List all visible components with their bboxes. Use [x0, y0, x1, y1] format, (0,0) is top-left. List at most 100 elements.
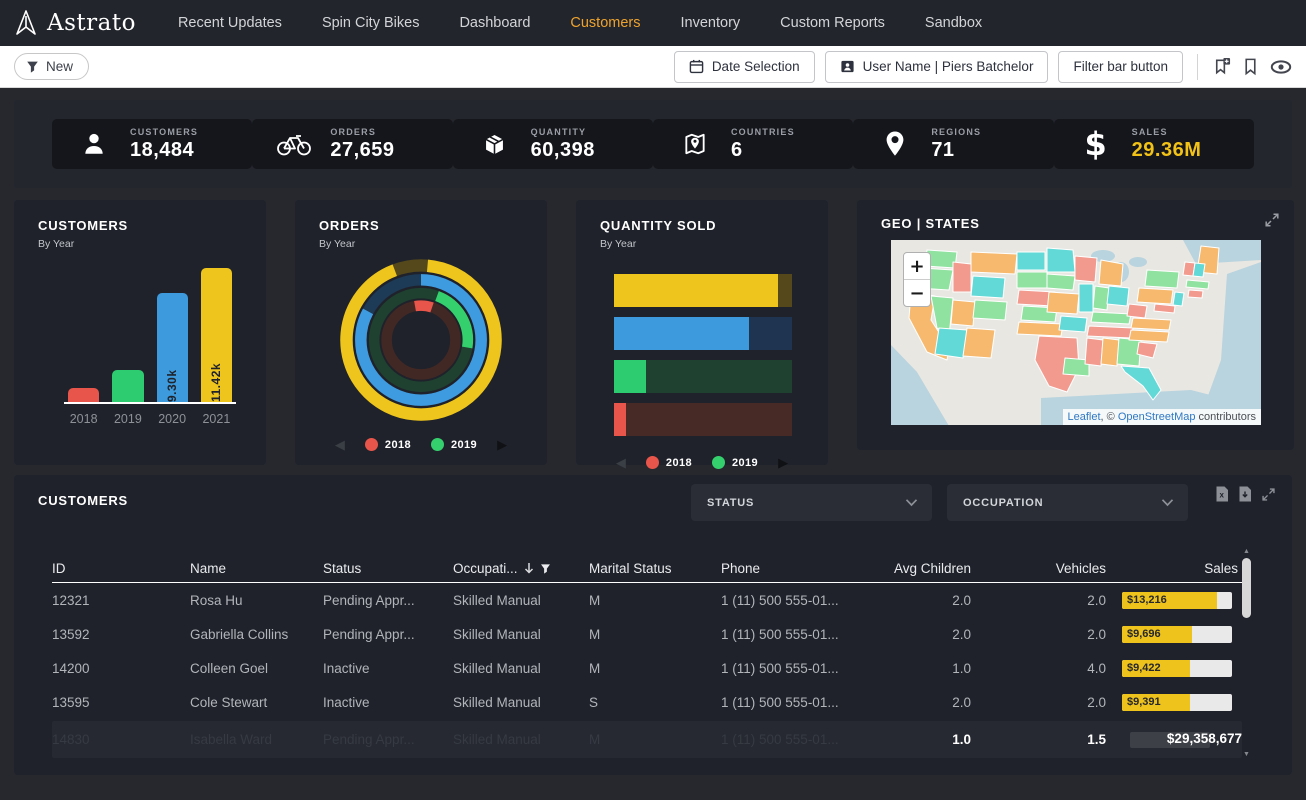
eye-icon[interactable]: [1270, 58, 1292, 76]
col-header-status[interactable]: Status: [323, 561, 453, 576]
table-row[interactable]: 14200Colleen GoelInactiveSkilled ManualM…: [52, 651, 1242, 685]
legend-next-icon[interactable]: ▶: [497, 438, 507, 451]
legend-item-2019[interactable]: 2019: [712, 456, 758, 469]
cell-id: 13595: [52, 695, 190, 710]
leaflet-map[interactable]: + − Leaflet, © OpenStreetMap contributor…: [891, 240, 1261, 425]
customers-chart-panel: CUSTOMERS By Year 9.30k 11.42k 2018201920…: [14, 200, 266, 465]
col-header-vehicles[interactable]: Vehicles: [975, 561, 1110, 576]
table-row[interactable]: 13595Cole StewartInactiveSkilled ManualS…: [52, 685, 1242, 719]
kpi-value: 6: [731, 139, 795, 162]
nav-item-spin-city-bikes[interactable]: Spin City Bikes: [302, 0, 440, 46]
legend-dot: [365, 438, 378, 451]
user-name-button[interactable]: User Name | Piers Batchelor: [825, 51, 1049, 83]
table-row[interactable]: 13592Gabriella CollinsPending Appr...Ski…: [52, 617, 1242, 651]
orders-chart-panel: ORDERS By Year ◀ 2018 2019 ▶: [295, 200, 547, 465]
legend-next-icon[interactable]: ▶: [778, 456, 788, 469]
cell-phone: 1 (11) 500 555-01...: [721, 661, 880, 676]
filter-bar-label: Filter bar button: [1073, 59, 1168, 74]
cell-status: Pending Appr...: [323, 627, 453, 642]
x-tick-label: 2018: [68, 412, 99, 426]
chart-title: CUSTOMERS: [14, 200, 266, 233]
col-header-marital-status[interactable]: Marital Status: [589, 561, 721, 576]
col-header-id[interactable]: ID: [52, 561, 190, 576]
legend-item-2019[interactable]: 2019: [431, 438, 477, 451]
hbar-2020[interactable]: [614, 317, 792, 350]
table-row[interactable]: 12321Rosa HuPending Appr...Skilled Manua…: [52, 583, 1242, 617]
expand-icon[interactable]: [1261, 487, 1276, 502]
filter-bar-button[interactable]: Filter bar button: [1058, 51, 1183, 83]
col-header-sales[interactable]: Sales: [1110, 561, 1242, 576]
col-header-phone[interactable]: Phone: [721, 561, 880, 576]
cell-marital: S: [589, 695, 721, 710]
bookmark-add-icon[interactable]: [1212, 57, 1231, 76]
status-filter-dropdown[interactable]: STATUS: [691, 484, 932, 521]
nav-item-sandbox[interactable]: Sandbox: [905, 0, 1002, 46]
legend-prev-icon[interactable]: ◀: [335, 438, 345, 451]
bar-2018[interactable]: [68, 388, 99, 402]
nav-item-custom-reports[interactable]: Custom Reports: [760, 0, 905, 46]
top-nav: Astrato Recent Updates Spin City Bikes D…: [0, 0, 1306, 46]
kpi-value: 18,484: [130, 139, 198, 162]
scrollbar-thumb[interactable]: [1242, 558, 1251, 618]
new-filter-button[interactable]: New: [14, 53, 89, 80]
cell-id: 13592: [52, 627, 190, 642]
occupation-filter-dropdown[interactable]: OCCUPATION: [947, 484, 1188, 521]
table-scrollbar[interactable]: ▲ ▼: [1241, 547, 1252, 759]
bookmark-icon[interactable]: [1241, 57, 1260, 76]
date-selection-button[interactable]: Date Selection: [674, 51, 815, 83]
hbar-2021[interactable]: [614, 274, 792, 307]
col-header-name[interactable]: Name: [190, 561, 323, 576]
nav-item-inventory[interactable]: Inventory: [661, 0, 761, 46]
kpi-label: COUNTRIES: [731, 127, 795, 137]
cell-avg_children: 2.0: [880, 627, 975, 642]
hbar-2018[interactable]: [614, 403, 792, 436]
legend-item-2018[interactable]: 2018: [646, 456, 692, 469]
customers-bar-x-axis: 2018201920202021: [64, 412, 236, 426]
legend-item-2018[interactable]: 2018: [365, 438, 411, 451]
toolbar-divider: [1197, 54, 1198, 80]
quantity-legend: ◀ 2018 2019 ▶: [576, 456, 828, 469]
osm-link[interactable]: OpenStreetMap: [1118, 411, 1196, 423]
table-body: 12321Rosa HuPending Appr...Skilled Manua…: [52, 583, 1242, 719]
kpi-label: QUANTITY: [531, 127, 595, 137]
hbar-2019[interactable]: [614, 360, 792, 393]
nav-item-customers[interactable]: Customers: [550, 0, 660, 46]
svg-text:x: x: [1219, 491, 1224, 500]
nav-item-dashboard[interactable]: Dashboard: [439, 0, 550, 46]
bar-2020[interactable]: 9.30k: [157, 293, 188, 402]
zoom-out-button[interactable]: −: [904, 280, 930, 306]
legend-dot: [646, 456, 659, 469]
sales-bar: $13,216: [1122, 592, 1232, 609]
astrato-logo[interactable]: Astrato: [14, 10, 136, 36]
export-file-icon[interactable]: [1238, 486, 1252, 502]
x-tick-label: 2020: [157, 412, 188, 426]
legend-prev-icon[interactable]: ◀: [616, 456, 626, 469]
total-avg-children: 1.0: [880, 732, 975, 747]
nav-item-recent-updates[interactable]: Recent Updates: [158, 0, 302, 46]
leaflet-link[interactable]: Leaflet: [1068, 411, 1101, 423]
export-excel-icon[interactable]: x: [1215, 486, 1229, 502]
map-icon: [677, 131, 713, 157]
cell-vehicles: 2.0: [975, 627, 1110, 642]
dollar-icon: $: [1078, 125, 1114, 163]
zoom-in-button[interactable]: +: [904, 253, 930, 280]
toolbar: New Date Selection User Name | Piers Bat…: [0, 46, 1306, 88]
kpi-value: 29.36M: [1132, 139, 1202, 162]
bar-2021[interactable]: 11.42k: [201, 268, 232, 402]
scroll-down-icon[interactable]: ▼: [1243, 750, 1250, 759]
ghost-cell: Isabella Ward: [190, 732, 323, 747]
cell-name: Rosa Hu: [190, 593, 323, 608]
chart-subtitle: By Year: [295, 233, 547, 250]
bar-2019[interactable]: [112, 370, 143, 402]
expand-icon[interactable]: [1264, 212, 1280, 228]
customers-bar-chart: 9.30k 11.42k: [64, 266, 236, 404]
col-header-avg-children[interactable]: Avg Children: [880, 561, 975, 576]
scroll-up-icon[interactable]: ▲: [1243, 547, 1250, 556]
col-header-occupation[interactable]: Occupati...: [453, 561, 589, 576]
kpi-card-quantity: QUANTITY 60,398: [453, 119, 653, 169]
filter-funnel-icon[interactable]: [540, 563, 551, 574]
sales-bar: $9,422: [1122, 660, 1232, 677]
chart-subtitle: By Year: [14, 233, 266, 250]
sort-desc-icon[interactable]: [524, 562, 534, 574]
cell-marital: M: [589, 627, 721, 642]
